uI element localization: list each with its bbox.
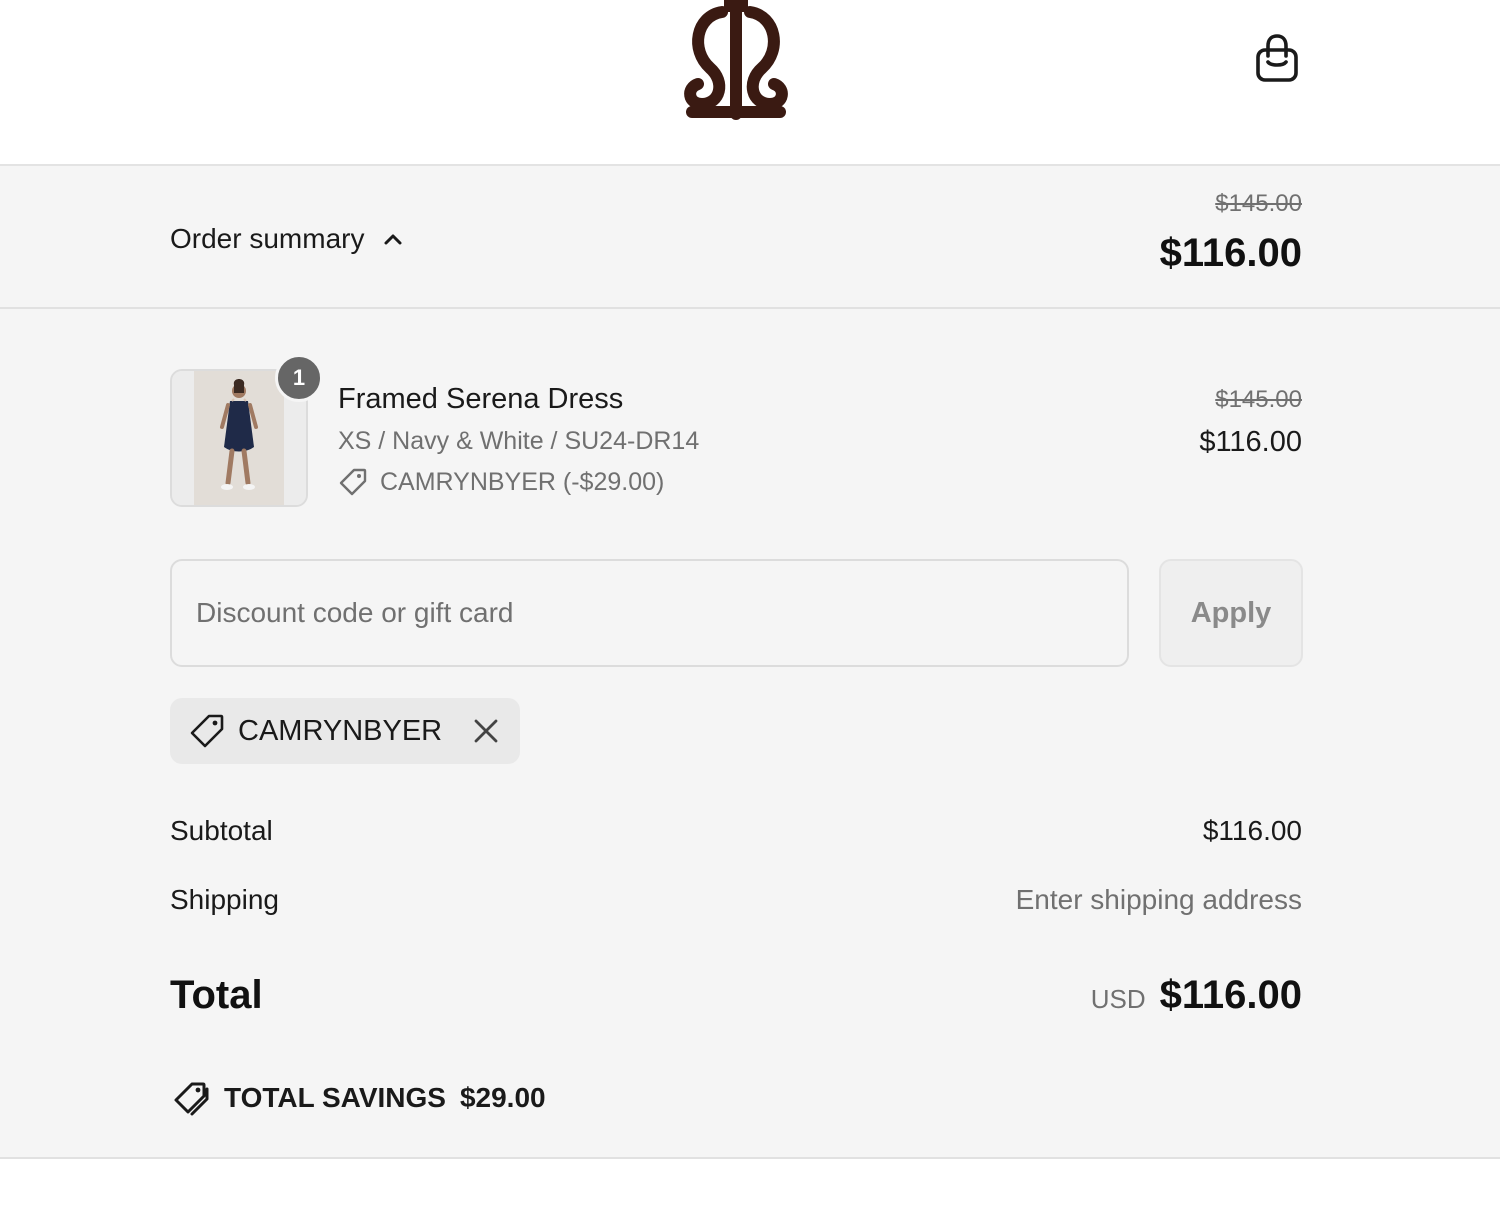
summary-original-total: $145.00 <box>1215 190 1302 217</box>
applied-discount-chip: CAMRYNBYER <box>170 698 520 764</box>
shopping-bag-icon[interactable] <box>1252 32 1302 86</box>
item-discount-label: CAMRYNBYER (-$29.00) <box>380 467 665 496</box>
total-value-group: USD $116.00 <box>1091 973 1302 1021</box>
brand-logo[interactable] <box>676 0 796 124</box>
checkout-header <box>0 0 1500 166</box>
close-icon[interactable] <box>472 717 500 745</box>
product-variant: XS / Navy & White / SU24-DR14 <box>338 427 700 455</box>
product-name: Framed Serena Dress <box>338 383 624 415</box>
item-original-price: $145.00 <box>1215 386 1302 413</box>
total-label: Total <box>170 973 263 1017</box>
order-summary-label: Order summary <box>170 223 365 254</box>
shipping-value: Enter shipping address <box>1015 884 1302 915</box>
total-amount: $116.00 <box>1159 973 1302 1017</box>
currency-code: USD <box>1090 984 1146 1014</box>
item-discount: CAMRYNBYER (-$29.00) <box>338 465 664 499</box>
subtotal-value: $116.00 <box>1202 815 1302 846</box>
savings-label: TOTAL SAVINGS <box>224 1082 446 1113</box>
tag-icon <box>190 714 224 748</box>
item-price: $116.00 <box>1199 426 1302 458</box>
savings-amount: $29.00 <box>459 1082 546 1113</box>
chevron-up-icon <box>384 234 402 245</box>
tag-icon <box>339 468 367 496</box>
applied-code-label: CAMRYNBYER <box>238 714 443 747</box>
quantity-badge: 1 <box>275 354 323 402</box>
apply-button[interactable]: Apply <box>1159 559 1303 667</box>
summary-total: $116.00 <box>1159 231 1302 275</box>
tags-icon <box>174 1082 209 1116</box>
subtotal-label: Subtotal <box>170 815 273 846</box>
order-summary-toggle[interactable]: Order summary <box>170 219 404 259</box>
discount-code-input[interactable] <box>170 559 1129 667</box>
total-savings: TOTAL SAVINGS $29.00 <box>170 1078 546 1118</box>
shipping-label: Shipping <box>170 884 279 915</box>
